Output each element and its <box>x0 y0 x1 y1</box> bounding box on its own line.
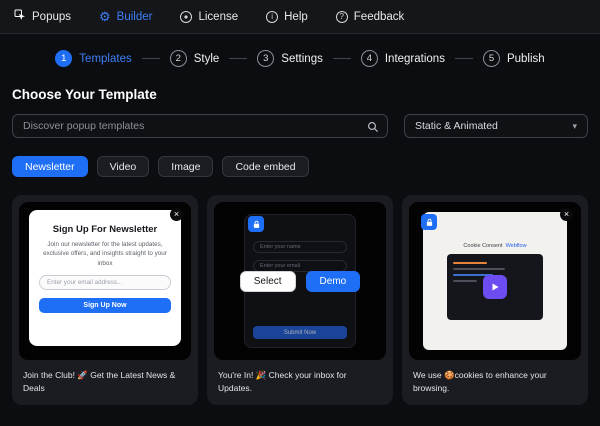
step-number: 2 <box>170 50 187 67</box>
chip-video[interactable]: Video <box>97 156 150 177</box>
template-caption: Join the Club! 🚀 Get the Latest News & D… <box>19 360 191 398</box>
step-integrations[interactable]: 4 Integrations <box>361 50 445 67</box>
step-number: 3 <box>257 50 274 67</box>
page-title: Choose Your Template <box>12 87 588 102</box>
license-icon <box>180 11 192 23</box>
template-controls: Static & Animated ▾ <box>0 114 600 138</box>
nav-item-builder[interactable]: ⚙ Builder <box>99 10 152 23</box>
select-button[interactable]: Select <box>240 271 296 292</box>
step-label: Publish <box>507 53 545 65</box>
step-settings[interactable]: 3 Settings <box>257 50 323 67</box>
close-icon: × <box>170 208 183 221</box>
webflow-text: Webflow <box>506 243 527 249</box>
nav-item-help[interactable]: i Help <box>266 11 308 23</box>
template-card-newsletter-signup[interactable]: × Sign Up For Newsletter Join our newsle… <box>12 195 198 405</box>
wizard-stepper: 1 Templates 2 Style 3 Settings 4 Integra… <box>0 50 600 67</box>
step-number: 4 <box>361 50 378 67</box>
cookie-consent-text: Cookie Consent <box>463 243 502 249</box>
category-chips: Newsletter Video Image Code embed <box>12 156 588 177</box>
dropdown-value: Static & Animated <box>415 120 498 132</box>
step-connector <box>455 58 473 59</box>
lock-icon <box>421 214 437 230</box>
step-number: 5 <box>483 50 500 67</box>
close-icon: × <box>560 208 573 221</box>
step-connector <box>229 58 247 59</box>
decorative-bar <box>453 268 505 270</box>
info-icon: i <box>266 11 278 23</box>
chevron-down-icon: ▾ <box>572 121 577 132</box>
step-label: Integrations <box>385 53 445 65</box>
popup-signup-button: Sign Up Now <box>39 298 171 313</box>
nav-item-popups[interactable]: Popups <box>14 9 71 24</box>
nav-item-license[interactable]: License <box>180 11 238 23</box>
step-publish[interactable]: 5 Publish <box>483 50 545 67</box>
nav-label: Builder <box>117 11 153 23</box>
search-box <box>12 114 388 138</box>
chip-image[interactable]: Image <box>158 156 213 177</box>
cookie-popup-thumbnail: Cookie Consent Webflow <box>423 212 567 350</box>
nav-label: License <box>198 11 238 23</box>
step-label: Style <box>194 53 220 65</box>
gear-icon: ⚙ <box>99 10 111 23</box>
step-connector <box>142 58 160 59</box>
template-grid: × Sign Up For Newsletter Join our newsle… <box>12 195 588 405</box>
step-style[interactable]: 2 Style <box>170 50 220 67</box>
step-label: Templates <box>79 53 131 65</box>
template-caption: You're In! 🎉 Check your inbox for Update… <box>214 360 386 398</box>
search-icon <box>367 120 379 138</box>
nav-item-feedback[interactable]: ? Feedback <box>336 11 405 23</box>
top-nav: Popups ⚙ Builder License i Help ? Feedba… <box>0 0 600 34</box>
card-hover-overlay: Select Demo <box>214 202 386 360</box>
chip-code-embed[interactable]: Code embed <box>222 156 308 177</box>
demo-button[interactable]: Demo <box>306 271 361 292</box>
popup-body: Join our newsletter for the latest updat… <box>43 240 167 268</box>
template-type-dropdown[interactable]: Static & Animated ▾ <box>404 114 588 138</box>
newsletter-popup-thumbnail: Sign Up For Newsletter Join our newslett… <box>29 210 181 346</box>
cursor-icon <box>14 9 26 24</box>
template-preview: Enter your name Enter your email Submit … <box>214 202 386 360</box>
template-card-confirmation[interactable]: Enter your name Enter your email Submit … <box>207 195 393 405</box>
nav-label: Popups <box>32 11 71 23</box>
nav-label: Feedback <box>354 11 405 23</box>
play-icon <box>483 275 507 299</box>
popup-email-field: Enter your email address... <box>39 275 171 290</box>
template-caption: We use 🍪cookies to enhance your browsing… <box>409 360 581 398</box>
template-card-cookie-consent[interactable]: × Cookie Consent Webflow <box>402 195 588 405</box>
popup-text: Cookie Consent Webflow <box>463 243 526 249</box>
step-number: 1 <box>55 50 72 67</box>
template-preview: × Cookie Consent Webflow <box>409 202 581 360</box>
search-input[interactable] <box>13 120 387 132</box>
popup-builder-app: Popups ⚙ Builder License i Help ? Feedba… <box>0 0 600 426</box>
popup-title: Sign Up For Newsletter <box>39 224 171 235</box>
decorative-bar <box>453 262 487 264</box>
video-thumbnail <box>447 254 543 320</box>
chip-newsletter[interactable]: Newsletter <box>12 156 88 177</box>
step-label: Settings <box>281 53 323 65</box>
decorative-bar <box>453 280 477 282</box>
step-templates[interactable]: 1 Templates <box>55 50 131 67</box>
template-preview: × Sign Up For Newsletter Join our newsle… <box>19 202 191 360</box>
question-icon: ? <box>336 11 348 23</box>
nav-label: Help <box>284 11 308 23</box>
step-connector <box>333 58 351 59</box>
